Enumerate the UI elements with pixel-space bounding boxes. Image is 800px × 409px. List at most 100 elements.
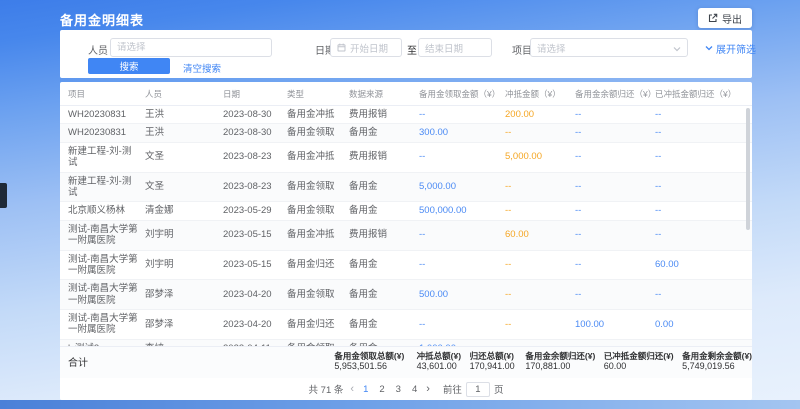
table-cell: 500.00 bbox=[416, 280, 502, 310]
table-header-row: 项目 人员 日期 类型 数据来源 备用金领取金额（¥） 冲抵金额（¥） 备用金余… bbox=[60, 82, 752, 106]
goto-page-input[interactable] bbox=[466, 382, 490, 397]
table-cell: 2023-08-23 bbox=[220, 142, 284, 172]
summary-stat: 归还总额(¥) 170,941.00 bbox=[470, 351, 526, 373]
table-cell: -- bbox=[652, 124, 752, 142]
side-drawer-handle[interactable] bbox=[0, 183, 7, 208]
expand-filter-link[interactable]: 展开筛选 bbox=[705, 41, 756, 56]
export-button[interactable]: 导出 bbox=[698, 8, 752, 28]
table-cell: -- bbox=[416, 310, 502, 340]
person-select-input[interactable] bbox=[117, 42, 265, 53]
table-cell: -- bbox=[652, 339, 752, 345]
goto-unit-label: 页 bbox=[494, 382, 504, 396]
goto-label: 前往 bbox=[443, 382, 462, 396]
project-select-placeholder: 请选择 bbox=[537, 41, 566, 55]
page-button-2[interactable]: 2 bbox=[377, 384, 386, 395]
table-cell: -- bbox=[652, 220, 752, 250]
column-header-source: 数据来源 bbox=[346, 82, 416, 106]
page-button-3[interactable]: 3 bbox=[394, 384, 403, 395]
table-cell: 备用金领取 bbox=[284, 172, 346, 202]
table-cell: 费用报销 bbox=[346, 106, 416, 124]
table-row: 北京顺义杨林清金娜2023-05-29备用金领取备用金500,000.00---… bbox=[60, 202, 752, 220]
summary-stat-value: 5,749,019.56 bbox=[682, 361, 752, 373]
table-cell: -- bbox=[416, 142, 502, 172]
table-cell: -- bbox=[572, 202, 652, 220]
summary-stat: 备用金剩余金额(¥) 5,749,019.56 bbox=[682, 351, 752, 373]
table-cell: 测试-南昌大学第一附属医院 bbox=[60, 250, 142, 280]
table-cell: 备用金 bbox=[346, 310, 416, 340]
table-cell: 2023-04-11 bbox=[220, 339, 284, 345]
column-header-balance-return: 备用金余额归还（¥） bbox=[572, 82, 652, 106]
project-select[interactable]: 请选择 bbox=[530, 38, 688, 57]
summary-stat-label: 已冲抵金额归还(¥) bbox=[604, 351, 682, 362]
prev-page-button[interactable]: ‹ bbox=[350, 384, 354, 395]
table-cell: 500,000.00 bbox=[416, 202, 502, 220]
table-cell: -- bbox=[502, 250, 572, 280]
table-cell: 费用报销 bbox=[346, 220, 416, 250]
pagination-total: 共 71 条 bbox=[309, 382, 344, 396]
table-cell: -- bbox=[572, 124, 652, 142]
table-cell: 备用金 bbox=[346, 172, 416, 202]
calendar-icon bbox=[337, 39, 346, 57]
table-cell: -- bbox=[572, 250, 652, 280]
table-cell: 60.00 bbox=[652, 250, 752, 280]
table-cell: 2023-08-30 bbox=[220, 124, 284, 142]
table-cell: -- bbox=[572, 339, 652, 345]
table-cell: 测试-南昌大学第一附属医院 bbox=[60, 280, 142, 310]
table-cell: WH20230831 bbox=[60, 124, 142, 142]
table-cell: -- bbox=[572, 142, 652, 172]
table-cell: -- bbox=[652, 172, 752, 202]
date-end-picker[interactable]: 结束日期 bbox=[418, 38, 492, 57]
table-cell: 备用金领取 bbox=[284, 280, 346, 310]
table-cell: 备用金领取 bbox=[284, 202, 346, 220]
next-page-button[interactable]: › bbox=[426, 384, 430, 395]
table-cell: 备用金领取 bbox=[284, 339, 346, 345]
summary-stat: 备用金领取总额(¥) 5,953,501.56 bbox=[334, 351, 416, 373]
table-cell: 2023-05-15 bbox=[220, 250, 284, 280]
chevron-down-icon bbox=[705, 43, 713, 54]
table-cell: -- bbox=[572, 106, 652, 124]
table-cell: -- bbox=[572, 172, 652, 202]
clear-search-link[interactable]: 清空搜索 bbox=[183, 61, 221, 75]
table-cell: 备用金领取 bbox=[284, 124, 346, 142]
table-cell: 1,000.00 bbox=[416, 339, 502, 345]
filter-panel: 人员 日期 开始日期 至 结束日期 项目 请选择 bbox=[60, 30, 752, 78]
export-icon bbox=[708, 13, 718, 23]
table-cell: 文圣 bbox=[142, 172, 220, 202]
data-table-panel: 项目 人员 日期 类型 数据来源 备用金领取金额（¥） 冲抵金额（¥） 备用金余… bbox=[60, 82, 752, 400]
person-filter-label: 人员 bbox=[88, 42, 108, 57]
table-cell: 备用金 bbox=[346, 124, 416, 142]
table-cell: 北京顺义杨林 bbox=[60, 202, 142, 220]
goto-page-group: 前往 页 bbox=[443, 382, 504, 397]
table-cell: 0.00 bbox=[652, 310, 752, 340]
table-cell: -- bbox=[502, 280, 572, 310]
date-start-picker[interactable]: 开始日期 bbox=[330, 38, 402, 57]
bottom-decoration-band bbox=[0, 400, 800, 409]
column-header-type: 类型 bbox=[284, 82, 346, 106]
vertical-scrollbar[interactable] bbox=[746, 108, 750, 230]
summary-stat: 冲抵总额(¥) 43,601.00 bbox=[417, 351, 470, 373]
table-cell: 300.00 bbox=[416, 124, 502, 142]
date-end-placeholder: 结束日期 bbox=[425, 41, 463, 55]
table-cell: -- bbox=[502, 124, 572, 142]
page-button-1[interactable]: 1 bbox=[361, 384, 370, 395]
table-cell: 备用金 bbox=[346, 202, 416, 220]
table-cell: 2023-05-15 bbox=[220, 220, 284, 250]
column-header-offset-return: 已冲抵金额归还（¥） bbox=[652, 82, 752, 106]
summary-stat-label: 备用金余额归还(¥) bbox=[525, 351, 603, 362]
summary-stat-value: 60.00 bbox=[604, 361, 682, 373]
table-row: 测试-南昌大学第一附属医院邵梦泽2023-04-20备用金归还备用金----10… bbox=[60, 310, 752, 340]
table-cell: 2023-05-29 bbox=[220, 202, 284, 220]
expand-filter-label: 展开筛选 bbox=[716, 41, 756, 56]
table-cell: 60.00 bbox=[502, 220, 572, 250]
table-cell: 李峡 bbox=[142, 339, 220, 345]
pagination-bar: 共 71 条 ‹ 1 2 3 4 › 前往 页 bbox=[60, 378, 752, 400]
person-select[interactable] bbox=[110, 38, 272, 57]
date-separator: 至 bbox=[407, 42, 417, 57]
summary-stat: 备用金余额归还(¥) 170,881.00 bbox=[525, 351, 603, 373]
summary-stat-label: 备用金剩余金额(¥) bbox=[682, 351, 752, 362]
table-cell: -- bbox=[652, 202, 752, 220]
page-button-4[interactable]: 4 bbox=[410, 384, 419, 395]
search-button[interactable]: 搜索 bbox=[88, 58, 170, 74]
table-scroll-area: 项目 人员 日期 类型 数据来源 备用金领取金额（¥） 冲抵金额（¥） 备用金余… bbox=[60, 82, 752, 346]
table-cell: -- bbox=[502, 310, 572, 340]
